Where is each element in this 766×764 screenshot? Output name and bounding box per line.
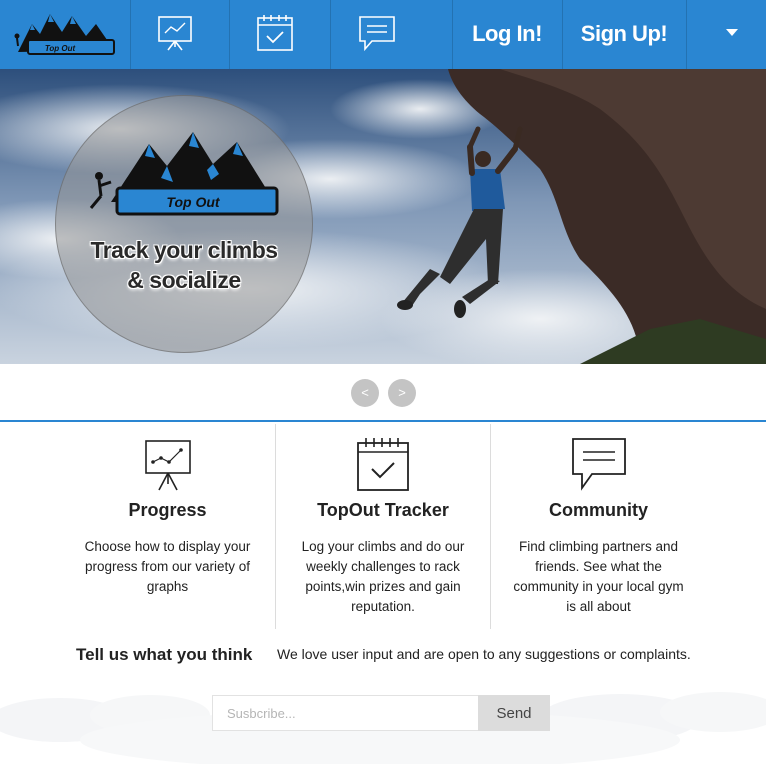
feedback-title: Tell us what you think bbox=[76, 645, 253, 664]
hero-tagline-line1: Track your climbs bbox=[90, 237, 278, 263]
send-button[interactable]: Send bbox=[478, 695, 550, 731]
hero-badge: Top Out Track your climbs & socialize bbox=[55, 95, 313, 353]
login-button[interactable]: Log In! bbox=[453, 0, 561, 69]
chat-bubble-icon[interactable] bbox=[357, 13, 397, 53]
feedback-text: We love user input and are open to any s… bbox=[277, 646, 691, 662]
feature-description: Find climbing partners and friends. See … bbox=[513, 539, 684, 614]
carousel-prev-button[interactable]: < bbox=[351, 379, 379, 407]
signup-button[interactable]: Sign Up! bbox=[563, 0, 685, 69]
logo-text: Top Out bbox=[45, 44, 76, 53]
feature-description: Choose how to display your progress from… bbox=[84, 539, 251, 594]
feature-tracker: TopOut Tracker Log your climbs and do ou… bbox=[276, 424, 490, 629]
feature-description: Log your climbs and do our weekly challe… bbox=[301, 539, 465, 614]
chart-presentation-icon[interactable] bbox=[155, 13, 195, 53]
chart-presentation-icon bbox=[144, 440, 191, 491]
caret-down-icon[interactable] bbox=[726, 29, 738, 36]
top-navbar: Top Out Log In! Sign Up! bbox=[0, 0, 766, 69]
feature-title: TopOut Tracker bbox=[317, 500, 449, 520]
topout-logo[interactable]: Top Out bbox=[10, 6, 120, 60]
feature-progress: Progress Choose how to display your prog… bbox=[60, 424, 275, 629]
hero-tagline-line2: & socialize bbox=[127, 267, 241, 293]
badge-logo-text: Top Out bbox=[166, 194, 220, 210]
section-divider bbox=[0, 420, 766, 422]
carousel-next-button[interactable]: > bbox=[388, 379, 416, 407]
feature-title: Community bbox=[549, 500, 648, 520]
calendar-check-icon bbox=[357, 438, 409, 491]
chat-bubble-icon bbox=[571, 438, 626, 491]
feature-title: Progress bbox=[128, 500, 207, 520]
topout-badge-logo: Top Out bbox=[89, 132, 279, 216]
feature-community: Community Find climbing partners and fri… bbox=[491, 424, 706, 629]
calendar-check-icon[interactable] bbox=[255, 13, 295, 53]
subscribe-input[interactable] bbox=[212, 695, 478, 731]
